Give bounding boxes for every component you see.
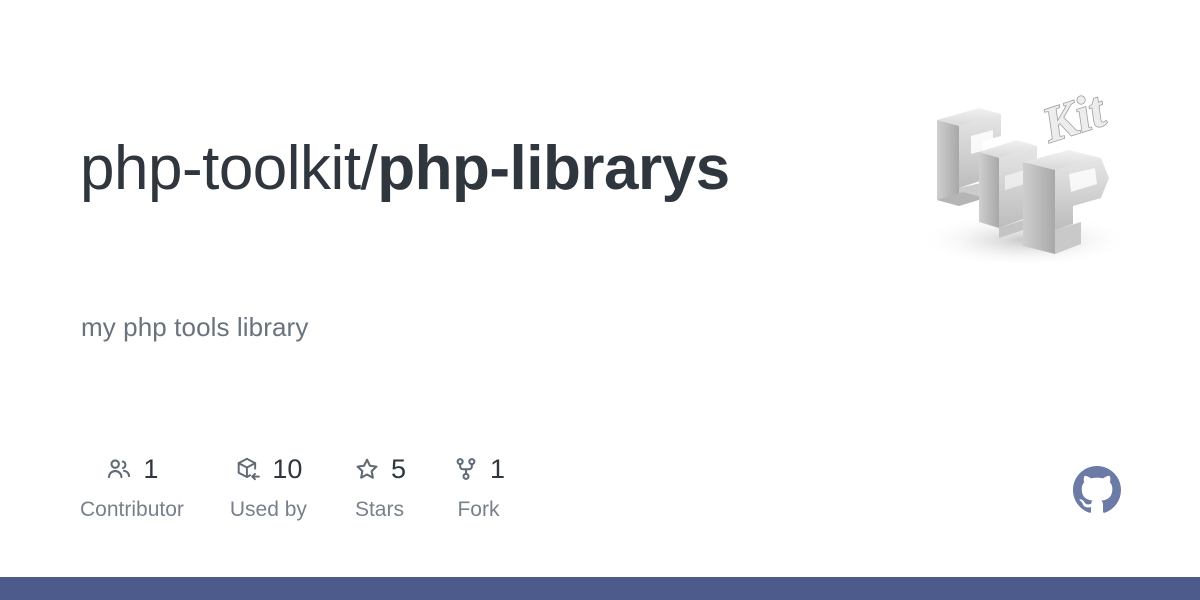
stat-label: Used by bbox=[229, 498, 307, 521]
repo-owner[interactable]: php-toolkit/ bbox=[80, 134, 378, 203]
stat-top-row: 1 bbox=[105, 452, 158, 486]
php-kit-logo: Kit Kit bbox=[905, 78, 1140, 278]
stat-top-row: 5 bbox=[353, 452, 406, 486]
stat-label: Contributor bbox=[80, 498, 184, 521]
repo-name[interactable]: php-librarys bbox=[377, 134, 730, 203]
package-icon bbox=[234, 455, 262, 483]
stat-value: 1 bbox=[489, 453, 505, 484]
star-icon bbox=[353, 455, 381, 483]
stat-label: Fork bbox=[457, 498, 500, 521]
people-icon bbox=[105, 455, 133, 483]
stat-top-row: 10 bbox=[234, 452, 302, 486]
repository-card: php-toolkit/php-librarys my php tools li… bbox=[0, 0, 1200, 577]
repo-description: my php tools library bbox=[81, 312, 309, 342]
fork-icon bbox=[452, 455, 480, 483]
stat-fork[interactable]: 1 Fork bbox=[452, 452, 505, 522]
repo-stats: 1 Contributor 10 Used by 5 Stars 1 Fork bbox=[80, 452, 551, 522]
stat-stars[interactable]: 5 Stars bbox=[353, 452, 406, 522]
stat-label: Stars bbox=[354, 498, 404, 521]
stat-value: 10 bbox=[272, 453, 303, 484]
stat-contributor[interactable]: 1 Contributor bbox=[80, 452, 184, 522]
stat-top-row: 1 bbox=[452, 452, 505, 486]
stat-value: 5 bbox=[390, 453, 406, 484]
stat-value: 1 bbox=[143, 453, 159, 484]
bottom-accent-bar bbox=[0, 577, 1200, 600]
svg-text:Kit: Kit bbox=[1035, 80, 1113, 153]
stat-used-by[interactable]: 10 Used by bbox=[230, 452, 307, 522]
page-title: php-toolkit/php-librarys bbox=[80, 134, 780, 203]
github-mark-icon bbox=[1073, 466, 1121, 514]
logo-kit-text: Kit Kit bbox=[1031, 78, 1116, 157]
